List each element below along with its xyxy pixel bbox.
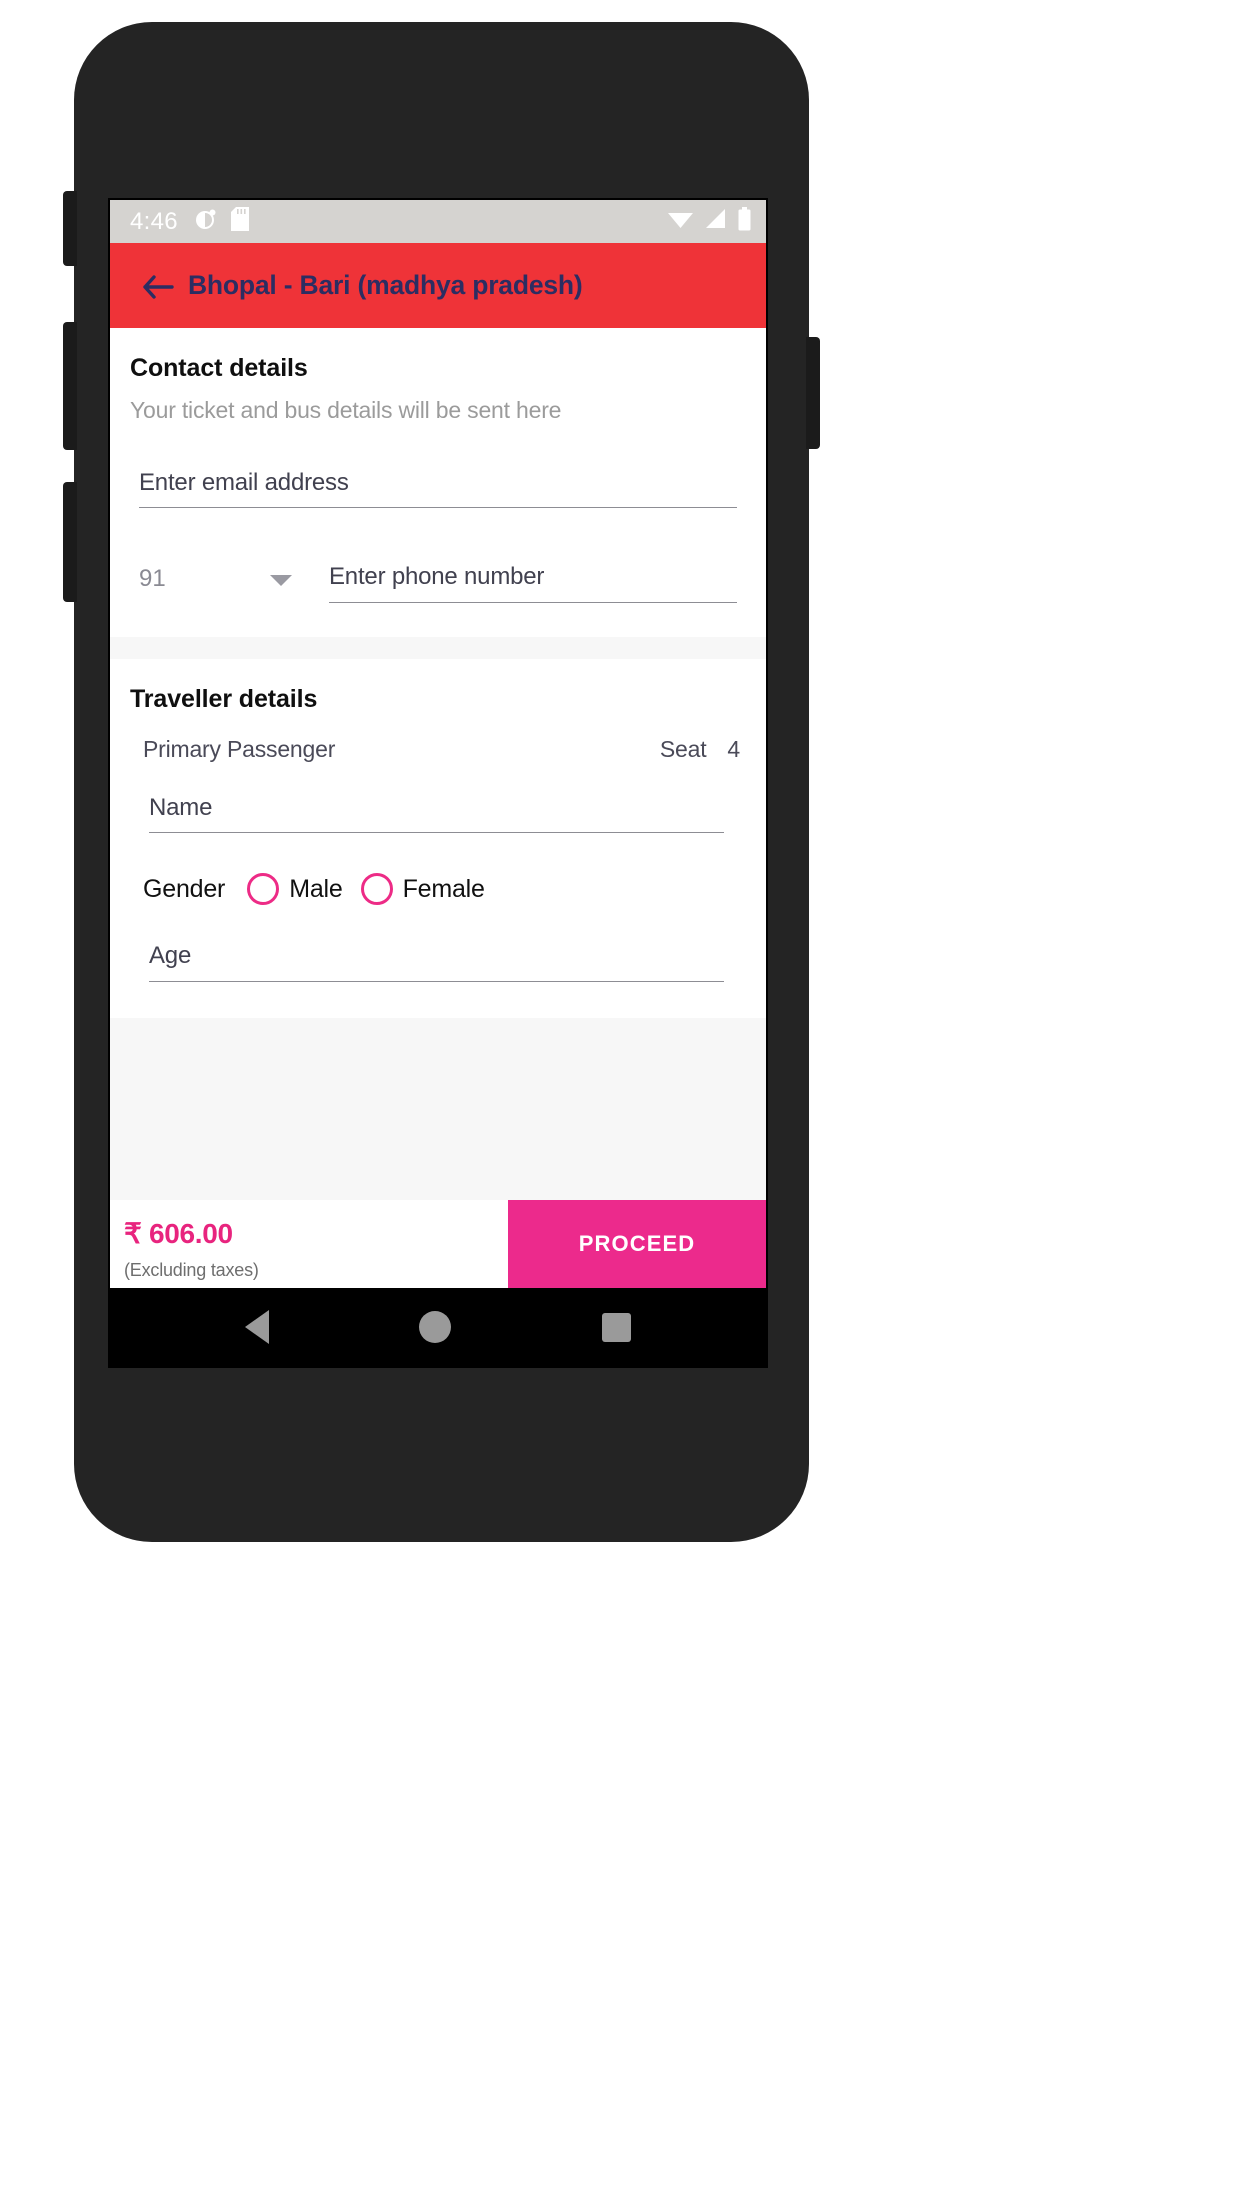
cell-signal-icon [704, 208, 727, 235]
passenger-name-field[interactable]: Name [149, 793, 724, 834]
price-note: (Excluding taxes) [124, 1259, 259, 1280]
nav-home-icon[interactable] [419, 1311, 452, 1343]
page-title: Bhopal - Bari (madhya pradesh) [188, 270, 583, 300]
country-code-value: 91 [139, 564, 166, 592]
sd-card-icon [230, 207, 249, 236]
alarm-clock-icon [194, 207, 218, 236]
battery-icon [737, 207, 752, 236]
proceed-button-label: PROCEED [578, 1231, 696, 1256]
passenger-header-row: Primary Passenger Seat 4 [130, 736, 746, 763]
contact-details-heading: Contact details [130, 354, 308, 382]
status-bar-right-icons [667, 207, 752, 236]
contact-details-card: Contact details Your ticket and bus deta… [110, 328, 766, 637]
app-bar: Bhopal - Bari (madhya pradesh) [110, 243, 766, 328]
gender-radio-male[interactable] [247, 873, 280, 906]
phone-placeholder: Enter phone number [329, 563, 545, 591]
seat-label: Seat [659, 735, 707, 762]
price-summary: ₹ 606.00 (Excluding taxes) [110, 1200, 508, 1288]
passenger-age-field[interactable]: Age [149, 942, 724, 982]
gender-option-male-label[interactable]: Male [289, 875, 343, 904]
gender-selector-row: Gender Male Female [143, 873, 746, 906]
nav-recents-icon[interactable] [601, 1312, 631, 1342]
device-volume-button [63, 322, 77, 450]
seat-info: Seat 4 [660, 736, 740, 763]
wifi-icon [667, 208, 694, 235]
country-code-dropdown[interactable]: 91 [139, 565, 296, 603]
empty-space [110, 1017, 766, 1200]
gender-option-female-label[interactable]: Female [403, 875, 485, 904]
gender-radio-female[interactable] [360, 873, 393, 906]
chevron-down-icon [270, 574, 292, 586]
bottom-action-bar: ₹ 606.00 (Excluding taxes) PROCEED [110, 1200, 766, 1288]
phone-number-field[interactable]: Enter phone number [329, 563, 737, 603]
device-power-button [806, 337, 820, 449]
contact-details-subtitle: Your ticket and bus details will be sent… [130, 397, 562, 423]
back-arrow-icon[interactable] [142, 274, 174, 300]
name-placeholder: Name [149, 793, 213, 821]
passenger-label: Primary Passenger [143, 735, 336, 762]
phone-screen: 4:46 Bhopal - Bari (madhya pradesh) Cont… [108, 198, 768, 1368]
traveller-details-card: Traveller details Primary Passenger Seat… [110, 658, 766, 1018]
android-navigation-bar [110, 1288, 766, 1366]
email-placeholder: Enter email address [139, 469, 349, 496]
seat-number: 4 [727, 735, 740, 762]
traveller-details-heading: Traveller details [130, 684, 318, 713]
total-price: ₹ 606.00 [124, 1218, 233, 1250]
status-bar-clock: 4:46 [130, 207, 178, 235]
age-placeholder: Age [149, 942, 192, 970]
gender-label: Gender [143, 874, 226, 903]
nav-back-icon[interactable] [245, 1310, 270, 1344]
status-bar: 4:46 [110, 200, 766, 243]
proceed-button[interactable]: PROCEED [508, 1200, 766, 1288]
device-side-button-bottom [63, 482, 77, 602]
email-field[interactable]: Enter email address [139, 469, 737, 509]
status-bar-left-icons [194, 207, 249, 236]
form-scroll-area[interactable]: Contact details Your ticket and bus deta… [110, 328, 766, 1200]
app-viewport: 4:46 Bhopal - Bari (madhya pradesh) Cont… [110, 200, 766, 1366]
section-divider [110, 636, 766, 659]
phone-row: 91 Enter phone number [139, 563, 737, 603]
device-side-button-top [63, 191, 77, 266]
